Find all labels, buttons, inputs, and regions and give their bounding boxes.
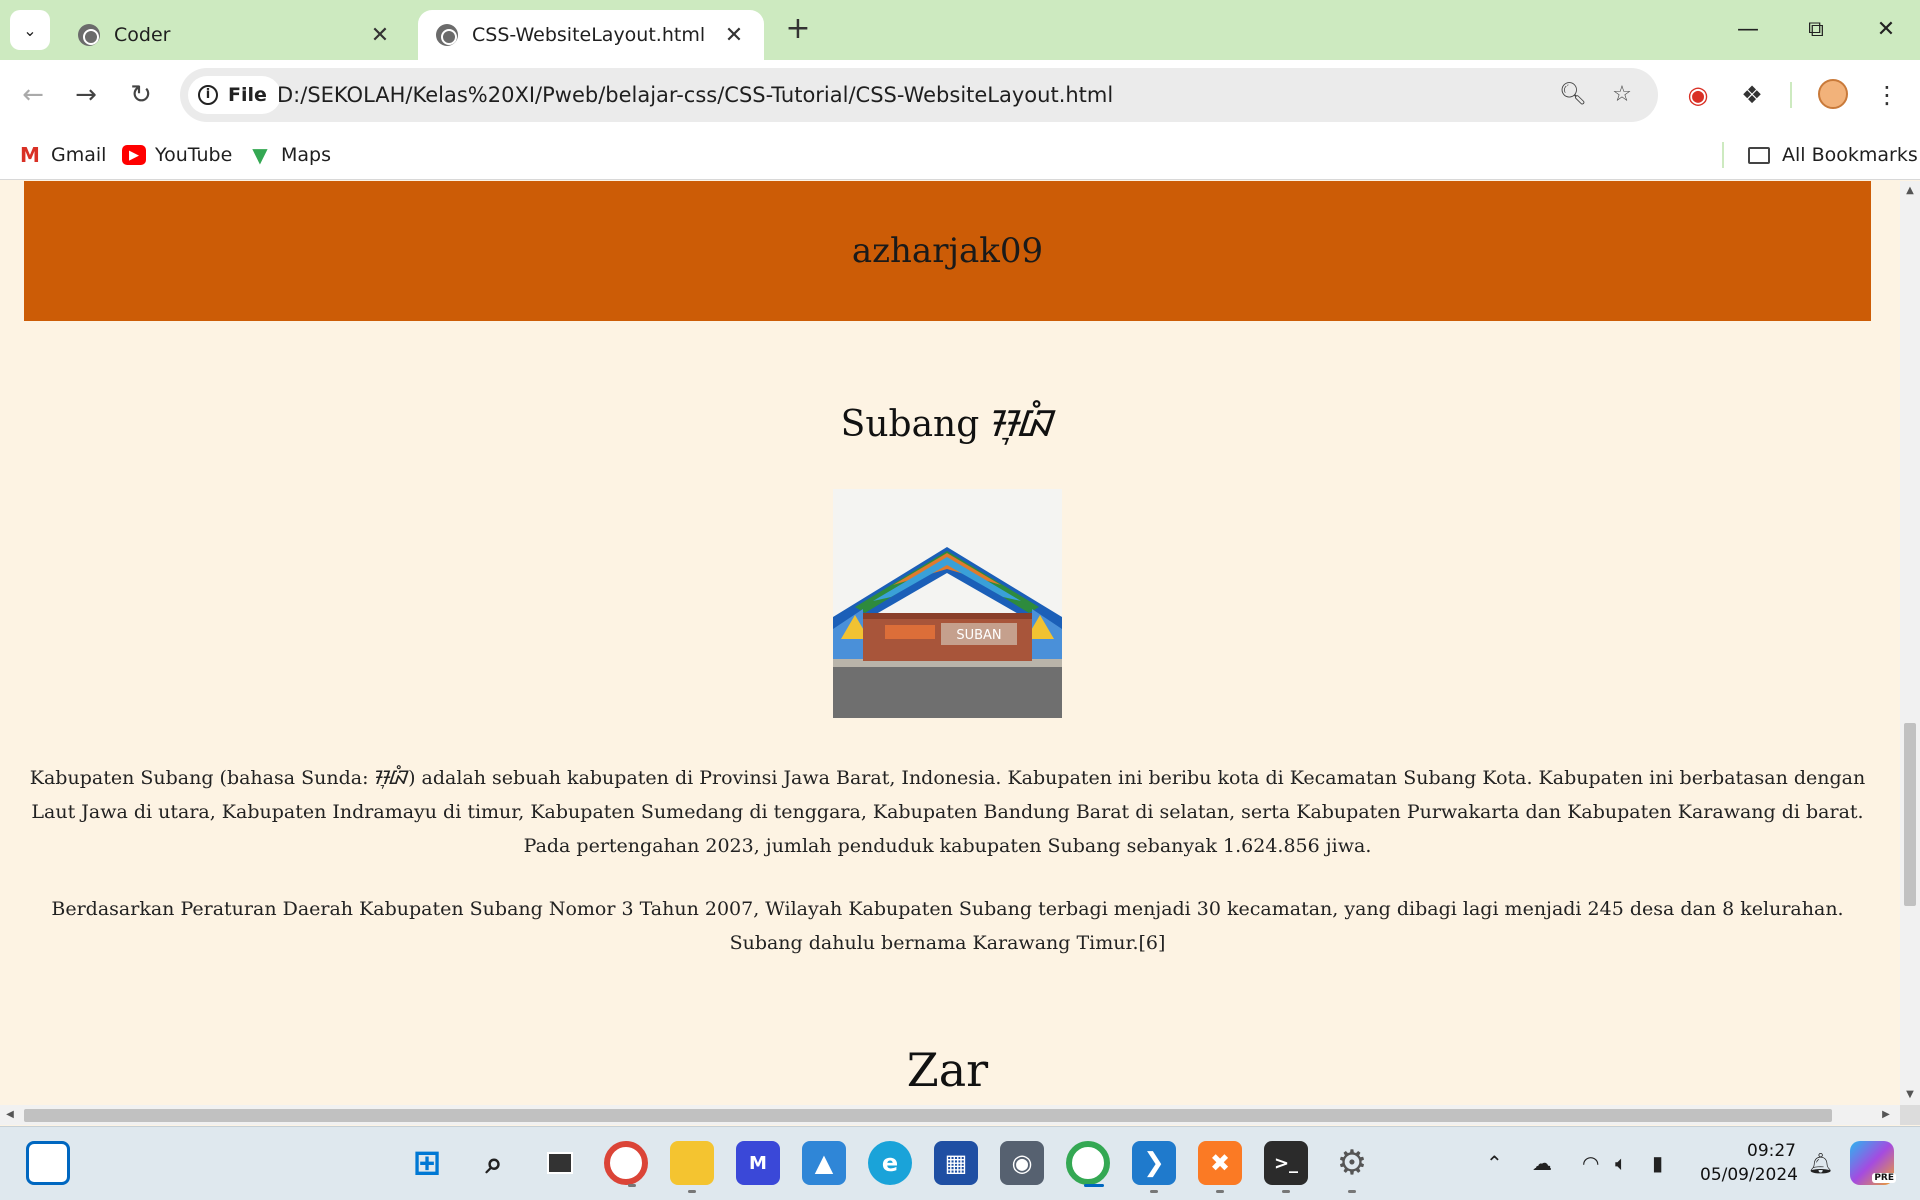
page-viewport: azharjak09 Subang ᮞᮥᮘᮀ SUBAN Kabupaten S…	[0, 181, 1900, 1105]
scroll-left-icon[interactable]: ◀	[0, 1105, 20, 1125]
battery-icon[interactable]: ▮	[1652, 1151, 1663, 1175]
bookmark-label: Gmail	[51, 144, 107, 166]
reload-icon[interactable]: ↻	[123, 77, 159, 113]
globe-icon	[436, 24, 458, 46]
forward-arrow-icon[interactable]: →	[68, 77, 104, 113]
chrome-icon[interactable]	[604, 1141, 648, 1187]
site-info-chip[interactable]: i File	[188, 76, 281, 114]
more-menu-icon[interactable]: ⋮	[1870, 78, 1904, 112]
chevron-down-icon: ⌄	[23, 20, 37, 40]
clock-date: 05/09/2024	[1700, 1165, 1798, 1185]
browser-toolbar: ← → ↻ i File D:/SEKOLAH/Kelas%20XI/Pweb/…	[0, 60, 1920, 130]
banner-text: azharjak09	[851, 231, 1044, 271]
tab-coder[interactable]: Coder ✕	[60, 10, 410, 60]
vertical-scrollbar[interactable]: ▲ ▼	[1900, 181, 1920, 1105]
paragraph-administration: Berdasarkan Peraturan Daerah Kabupaten S…	[51, 898, 1844, 954]
bookmark-youtube[interactable]: ▶ YouTube	[122, 130, 232, 180]
windows-taskbar: ⊞ ⌕ M ▲ e ▦ ◉ ❯ ✖ >_ ⚙ ⌃ ☁ ◠ 🔈︎ ▮ 09:27 …	[0, 1126, 1920, 1200]
settings-icon[interactable]: ⚙	[1330, 1141, 1374, 1193]
file-explorer-icon[interactable]	[670, 1141, 714, 1193]
gate-sign-text: SUBAN	[956, 628, 1001, 643]
search-icon[interactable]: ⌕	[472, 1141, 516, 1185]
chrome-profile-icon[interactable]	[1066, 1141, 1110, 1187]
header-banner: azharjak09	[24, 181, 1871, 321]
notification-bell-icon[interactable]: 🔔︎	[1808, 1151, 1833, 1175]
title-bar: ⌄ Coder ✕ CSS-WebsiteLayout.html ✕ + — ⧉…	[0, 0, 1920, 60]
next-section-heading: Zar	[906, 1043, 989, 1097]
bookmarks-bar: M Gmail ▶ YouTube ▼ Maps All Bookmarks	[0, 130, 1920, 180]
youtube-icon: ▶	[122, 145, 146, 165]
horizontal-scroll-thumb[interactable]	[24, 1109, 1832, 1122]
bookmarks-divider	[1722, 142, 1724, 168]
edge-icon[interactable]: e	[868, 1141, 912, 1185]
xampp-icon[interactable]: ✖	[1198, 1141, 1242, 1193]
tray-overflow-icon[interactable]: ⌃	[1486, 1151, 1503, 1175]
subang-gate-illustration: SUBAN	[833, 489, 1062, 718]
maps-icon: ▼	[252, 143, 268, 167]
new-tab-button[interactable]: +	[780, 12, 816, 48]
subang-gate-photo: SUBAN	[833, 489, 1062, 718]
record-icon[interactable]: ◉	[1681, 78, 1715, 112]
system-clock[interactable]: 09:27 05/09/2024	[1700, 1139, 1798, 1187]
clock-time: 09:27	[1747, 1141, 1796, 1161]
minimize-icon[interactable]: —	[1724, 8, 1772, 52]
tab-css-website-layout[interactable]: CSS-WebsiteLayout.html ✕	[418, 10, 764, 60]
horizontal-scrollbar[interactable]: ◀ ▶	[0, 1105, 1900, 1125]
wifi-icon[interactable]: ◠	[1582, 1151, 1599, 1175]
address-bar[interactable]: i File D:/SEKOLAH/Kelas%20XI/Pweb/belaja…	[180, 68, 1658, 122]
close-tab-icon[interactable]: ✕	[722, 23, 746, 48]
tab-label: Coder	[114, 24, 171, 46]
tab-search-button[interactable]: ⌄	[10, 10, 50, 50]
scroll-down-icon[interactable]: ▼	[1900, 1085, 1920, 1105]
back-arrow-icon[interactable]: ←	[15, 77, 51, 113]
bookmark-maps[interactable]: ▼ Maps	[248, 130, 331, 180]
toolbar-divider	[1790, 82, 1792, 108]
scroll-up-icon[interactable]: ▲	[1900, 181, 1920, 201]
all-bookmarks-button[interactable]: All Bookmarks	[1748, 130, 1918, 180]
folder-icon	[1748, 146, 1770, 164]
copilot-icon[interactable]: PRE	[1850, 1141, 1896, 1185]
photos-icon[interactable]: ▲	[802, 1141, 846, 1185]
widgets-icon[interactable]	[26, 1141, 70, 1185]
windows-start-icon[interactable]: ⊞	[405, 1141, 449, 1185]
globe-icon	[78, 24, 100, 46]
restore-icon[interactable]: ⧉	[1792, 8, 1840, 52]
close-tab-icon[interactable]: ✕	[368, 23, 392, 48]
ai-app-icon[interactable]: M	[736, 1141, 780, 1185]
all-bookmarks-label: All Bookmarks	[1782, 144, 1918, 166]
volume-icon[interactable]: 🔈︎	[1615, 1151, 1627, 1175]
section-heading: Subang ᮞᮥᮘᮀ	[840, 404, 1055, 445]
paragraph-intro: Kabupaten Subang (bahasa Sunda: ᮞᮥᮘᮀ) ad…	[29, 767, 1866, 857]
extensions-icon[interactable]: ❖	[1735, 78, 1769, 112]
bookmark-label: YouTube	[155, 144, 233, 166]
terminal-icon[interactable]: >_	[1264, 1141, 1308, 1193]
vertical-scroll-thumb[interactable]	[1904, 723, 1916, 906]
scrollbar-corner	[1900, 1105, 1920, 1125]
camera-icon[interactable]: ◉	[1000, 1141, 1044, 1185]
gmail-icon: M	[20, 143, 40, 167]
task-view-icon[interactable]	[538, 1141, 582, 1185]
close-window-icon[interactable]: ✕	[1862, 8, 1910, 52]
tab-label: CSS-WebsiteLayout.html	[472, 24, 706, 46]
url-text[interactable]: D:/SEKOLAH/Kelas%20XI/Pweb/belajar-css/C…	[277, 68, 1113, 122]
scroll-right-icon[interactable]: ▶	[1876, 1105, 1896, 1125]
zoom-icon[interactable]: 🔍︎	[1558, 80, 1588, 110]
bookmark-star-icon[interactable]: ☆	[1607, 80, 1637, 110]
store-icon[interactable]: ▦	[934, 1141, 978, 1185]
vscode-icon[interactable]: ❯	[1132, 1141, 1176, 1193]
onedrive-icon[interactable]: ☁	[1532, 1151, 1552, 1175]
site-info-label: File	[228, 84, 267, 106]
bookmark-label: Maps	[281, 144, 331, 166]
copilot-badge: PRE	[1872, 1173, 1896, 1183]
info-icon: i	[198, 85, 218, 105]
bookmark-gmail[interactable]: M Gmail	[18, 130, 106, 180]
profile-avatar[interactable]	[1818, 79, 1848, 109]
